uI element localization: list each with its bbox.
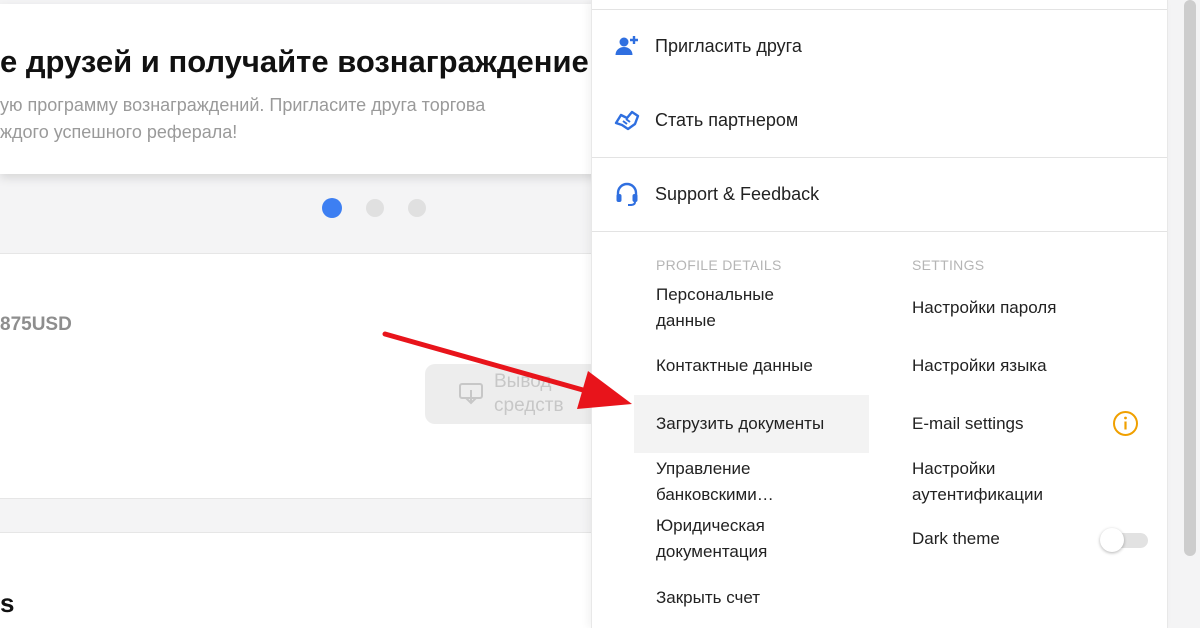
bottom-card: s xyxy=(0,532,600,628)
carousel-dots xyxy=(322,198,426,218)
link-upload-documents[interactable]: Загрузить документы xyxy=(634,395,869,453)
menu-item-label: Стать партнером xyxy=(655,109,799,130)
info-icon[interactable] xyxy=(1112,410,1139,437)
promo-text: ую программу вознаграждений. Пригласите … xyxy=(0,92,600,146)
carousel-dot[interactable] xyxy=(408,199,426,217)
link-language-settings[interactable]: Настройки языка xyxy=(912,353,1047,379)
link-password-settings[interactable]: Настройки пароля xyxy=(912,295,1056,321)
section-heading: s xyxy=(0,588,15,618)
promo-title: е друзей и получайте вознаграждение! xyxy=(0,44,600,79)
menu-item-invite-friend[interactable]: Пригласить друга xyxy=(592,16,1167,76)
menu-item-label: Пригласить друга xyxy=(655,35,802,56)
link-upload-documents-label: Загрузить документы xyxy=(656,414,825,433)
add-user-icon xyxy=(615,36,638,55)
menu-item-support-feedback[interactable]: Support & Feedback xyxy=(592,164,1167,224)
link-close-account[interactable]: Закрыть счет xyxy=(656,585,760,611)
link-bank-management[interactable]: Управление банковскими… xyxy=(656,456,806,508)
link-personal-data[interactable]: Персональные данные xyxy=(656,282,826,334)
divider xyxy=(592,157,1167,158)
settings-heading: SETTINGS xyxy=(912,257,985,273)
promo-text-line: ую программу вознаграждений. Пригласите … xyxy=(0,95,486,115)
dark-theme-toggle[interactable] xyxy=(1100,528,1148,552)
menu-item-become-partner[interactable]: Стать партнером xyxy=(592,90,1167,150)
withdraw-button[interactable]: Вывод средств xyxy=(425,364,600,424)
profile-details-heading: PROFILE DETAILS xyxy=(656,257,782,273)
profile-dropdown-panel: Пригласить друга Стать партнером Support… xyxy=(591,0,1168,628)
referral-promo-card: е друзей и получайте вознаграждение! ую … xyxy=(0,4,600,174)
headset-icon xyxy=(616,182,638,206)
page-scrollbar[interactable] xyxy=(1184,0,1196,556)
carousel-dot-active[interactable] xyxy=(322,198,342,218)
divider xyxy=(592,9,1167,10)
promo-text-line: ждого успешного реферала! xyxy=(0,122,238,142)
carousel-dot[interactable] xyxy=(366,199,384,217)
divider xyxy=(592,231,1167,232)
toggle-knob xyxy=(1100,528,1124,552)
balance-card: 875USD Вывод средств xyxy=(0,253,600,499)
link-contact-data[interactable]: Контактные данные xyxy=(656,353,813,379)
menu-item-label: Support & Feedback xyxy=(655,183,820,204)
partner-handshake-icon xyxy=(614,110,640,131)
link-legal-documents[interactable]: Юридическая документация xyxy=(656,513,806,565)
link-authentication-settings[interactable]: Настройки аутентификации xyxy=(912,456,1072,508)
balance-amount: 875USD xyxy=(0,314,72,335)
dark-theme-label: Dark theme xyxy=(912,529,1000,548)
withdraw-icon xyxy=(459,383,483,405)
link-email-settings[interactable]: E-mail settings xyxy=(912,411,1023,437)
withdraw-label: Вывод средств xyxy=(494,371,564,416)
